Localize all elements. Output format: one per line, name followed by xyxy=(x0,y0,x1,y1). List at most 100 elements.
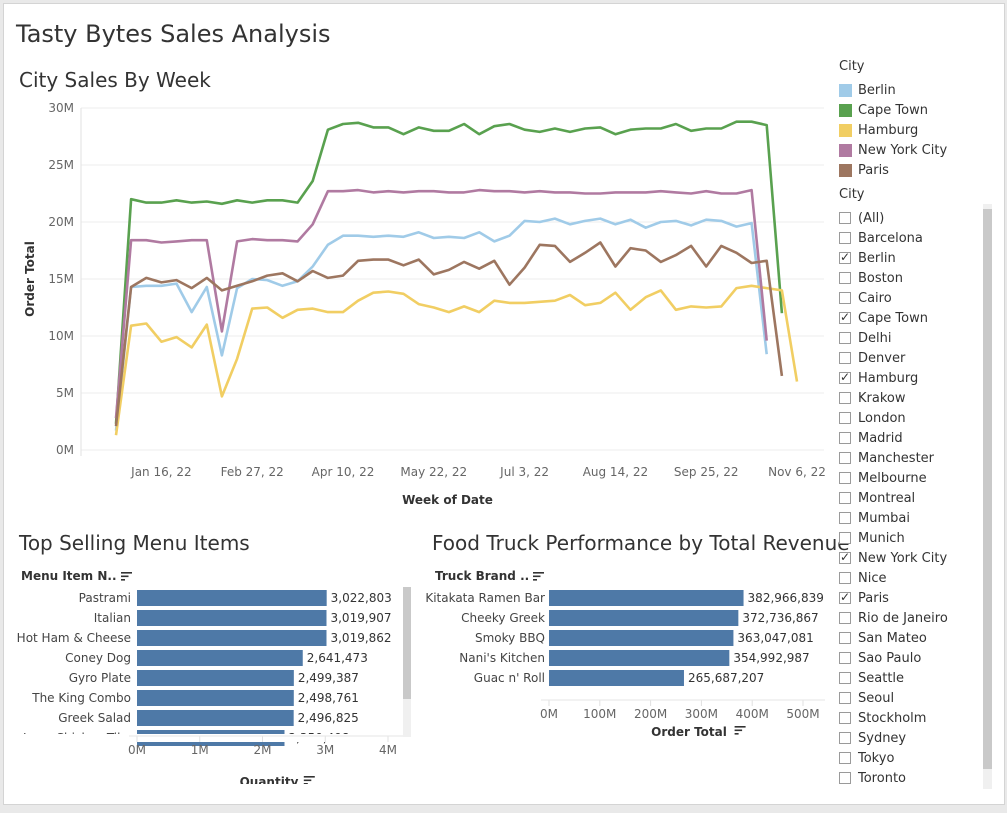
filter-option[interactable]: Madrid xyxy=(839,428,903,448)
filter-option[interactable]: Stockholm xyxy=(839,708,926,728)
checkbox-unchecked[interactable] xyxy=(839,712,851,724)
filter-option[interactable]: Sydney xyxy=(839,728,906,748)
bar[interactable] xyxy=(137,690,294,706)
checkbox-checked[interactable] xyxy=(839,310,851,324)
filter-option[interactable]: Boston xyxy=(839,268,903,288)
series-line-new-york-city[interactable] xyxy=(114,188,768,419)
legend-item[interactable]: Paris xyxy=(839,160,889,180)
x-axis-title-group[interactable]: Quantity xyxy=(240,775,315,784)
checkbox-unchecked[interactable] xyxy=(839,352,851,364)
checkbox-unchecked[interactable] xyxy=(839,532,851,544)
filter-option[interactable]: London xyxy=(839,408,906,428)
series-line-berlin[interactable] xyxy=(114,217,768,431)
truck-bar-chart[interactable]: Kitakata Ramen Bar 382,966,839 Cheeky Gree… xyxy=(414,584,834,744)
checkbox-checked[interactable] xyxy=(839,370,851,384)
filter-option[interactable]: Mumbai xyxy=(839,508,910,528)
filter-option[interactable]: Delhi xyxy=(839,328,891,348)
checkbox-unchecked[interactable] xyxy=(839,752,851,764)
x-axis-title: Order Total xyxy=(651,725,727,739)
bar[interactable] xyxy=(137,610,327,626)
checkbox-unchecked[interactable] xyxy=(839,672,851,684)
checkbox-unchecked[interactable] xyxy=(839,572,851,584)
filter-option[interactable]: Hamburg xyxy=(839,368,918,388)
filter-option[interactable]: Toronto xyxy=(839,768,906,788)
filter-option[interactable]: Paris xyxy=(839,588,889,608)
filter-option[interactable]: Sao Paulo xyxy=(839,648,921,668)
x-axis-title-group[interactable]: Order Total xyxy=(651,725,746,739)
checkbox-unchecked[interactable] xyxy=(839,692,851,704)
legend-item[interactable]: New York City xyxy=(839,140,947,160)
filter-option[interactable]: Montreal xyxy=(839,488,915,508)
filter-option[interactable]: Melbourne xyxy=(839,468,927,488)
menu-bar-chart[interactable]: Pastrami 3,022,803 Italian 3,019,907 Hot Ham… xyxy=(4,584,414,784)
legend-label: Hamburg xyxy=(858,122,919,138)
menu-column-header[interactable]: Menu Item N.. xyxy=(21,569,132,583)
category-label: Smoky BBQ xyxy=(475,631,545,645)
series-line-cape-town[interactable] xyxy=(114,120,784,424)
filter-option[interactable]: Cape Town xyxy=(839,308,928,328)
filter-option[interactable]: Tokyo xyxy=(839,748,894,768)
checkbox-unchecked[interactable] xyxy=(839,332,851,344)
checkbox-unchecked[interactable] xyxy=(839,212,851,224)
filter-scrollbar[interactable] xyxy=(983,204,992,789)
checkbox-unchecked[interactable] xyxy=(839,732,851,744)
checkbox-checked[interactable] xyxy=(839,250,851,264)
bar[interactable] xyxy=(549,650,730,666)
checkbox-checked[interactable] xyxy=(839,590,851,604)
sort-icon[interactable] xyxy=(303,776,315,784)
menu-scrollbar-thumb[interactable] xyxy=(403,587,411,699)
legend-item[interactable]: Cape Town xyxy=(839,100,928,120)
bar[interactable] xyxy=(549,630,734,646)
checkbox-unchecked[interactable] xyxy=(839,472,851,484)
filter-option[interactable]: Barcelona xyxy=(839,228,923,248)
filter-option[interactable]: Munich xyxy=(839,528,905,548)
bar[interactable] xyxy=(549,610,739,626)
checkbox-unchecked[interactable] xyxy=(839,412,851,424)
filter-option[interactable]: Cairo xyxy=(839,288,892,308)
checkbox-unchecked[interactable] xyxy=(839,232,851,244)
sort-icon[interactable] xyxy=(734,726,746,735)
checkbox-unchecked[interactable] xyxy=(839,272,851,284)
checkbox-unchecked[interactable] xyxy=(839,512,851,524)
checkbox-unchecked[interactable] xyxy=(839,652,851,664)
filter-option[interactable]: New York City xyxy=(839,548,947,568)
checkbox-unchecked[interactable] xyxy=(839,772,851,784)
bar[interactable] xyxy=(549,670,684,686)
filter-scrollbar-thumb[interactable] xyxy=(983,209,992,769)
checkbox-unchecked[interactable] xyxy=(839,452,851,464)
checkbox-checked[interactable] xyxy=(839,550,851,564)
bar[interactable] xyxy=(549,590,744,606)
filter-option[interactable]: Nice xyxy=(839,568,886,588)
filter-option[interactable]: Manchester xyxy=(839,448,934,468)
y-axis-title: Order Total xyxy=(23,241,37,317)
legend-item[interactable]: Berlin xyxy=(839,80,896,100)
filter-option[interactable]: Krakow xyxy=(839,388,906,408)
bar[interactable] xyxy=(137,650,303,666)
legend-item[interactable]: Hamburg xyxy=(839,120,918,140)
filter-option[interactable]: (All) xyxy=(839,208,884,228)
checkbox-unchecked[interactable] xyxy=(839,292,851,304)
filter-option[interactable]: Seattle xyxy=(839,668,904,688)
bar[interactable] xyxy=(137,630,327,646)
truck-column-header[interactable]: Truck Brand .. xyxy=(435,569,545,583)
filter-option[interactable]: Berlin xyxy=(839,248,896,268)
checkbox-unchecked[interactable] xyxy=(839,632,851,644)
bar[interactable] xyxy=(137,590,327,606)
checkbox-unchecked[interactable] xyxy=(839,432,851,444)
filter-option[interactable]: Denver xyxy=(839,348,905,368)
x-axis-title: Week of Date xyxy=(402,493,493,507)
checkbox-unchecked[interactable] xyxy=(839,612,851,624)
bar[interactable] xyxy=(137,670,294,686)
sort-icon[interactable] xyxy=(120,572,132,581)
filter-option[interactable]: Rio de Janeiro xyxy=(839,608,948,628)
sort-icon[interactable] xyxy=(533,572,545,581)
filter-option[interactable]: San Mateo xyxy=(839,628,927,648)
series-line-paris[interactable] xyxy=(114,241,784,427)
menu-scrollbar[interactable] xyxy=(403,587,411,737)
checkbox-unchecked[interactable] xyxy=(839,392,851,404)
filter-option-label: San Mateo xyxy=(858,630,927,646)
filter-option[interactable]: Seoul xyxy=(839,688,894,708)
bar[interactable] xyxy=(137,710,294,726)
line-chart[interactable]: 0M 5M 10M 15M 20M 25M 30M Jan 16, 22 Feb 27, 22 A… xyxy=(4,94,834,514)
checkbox-unchecked[interactable] xyxy=(839,492,851,504)
